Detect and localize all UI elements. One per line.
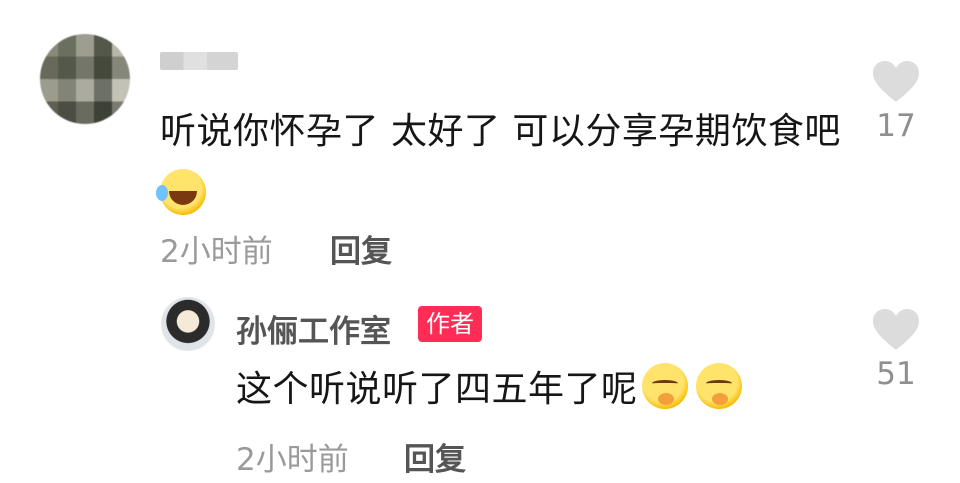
author-badge: 作者	[418, 306, 482, 342]
reply-text-content: 这个听说听了四五年了呢	[236, 369, 638, 410]
reply-like-button[interactable]: 51	[866, 308, 926, 392]
relieved-face-emoji-icon	[641, 363, 688, 409]
username-blurred[interactable]	[160, 52, 238, 70]
heart-icon[interactable]	[871, 308, 921, 352]
relieved-face-emoji-icon	[695, 363, 742, 409]
heart-icon[interactable]	[871, 60, 921, 104]
reply-reply-button[interactable]: 回复	[404, 434, 466, 479]
reply-like-count: 51	[876, 356, 916, 392]
reply-button[interactable]: 回复	[330, 226, 392, 271]
avatar[interactable]	[40, 34, 130, 124]
like-button[interactable]: 17	[866, 60, 926, 144]
author-avatar[interactable]	[161, 297, 215, 351]
like-count: 17	[876, 108, 916, 144]
reply-time: 2小时前	[236, 442, 349, 478]
comment-time: 2小时前	[160, 234, 273, 270]
laughing-crying-emoji-icon	[156, 169, 206, 215]
reply-text: 这个听说听了四五年了呢	[236, 360, 742, 420]
author-name[interactable]: 孙俪工作室	[236, 306, 391, 351]
comment-text-content: 听说你怀孕了 太好了 可以分享孕期饮食吧	[160, 111, 841, 152]
comment-text: 听说你怀孕了 太好了 可以分享孕期饮食吧	[156, 100, 850, 228]
